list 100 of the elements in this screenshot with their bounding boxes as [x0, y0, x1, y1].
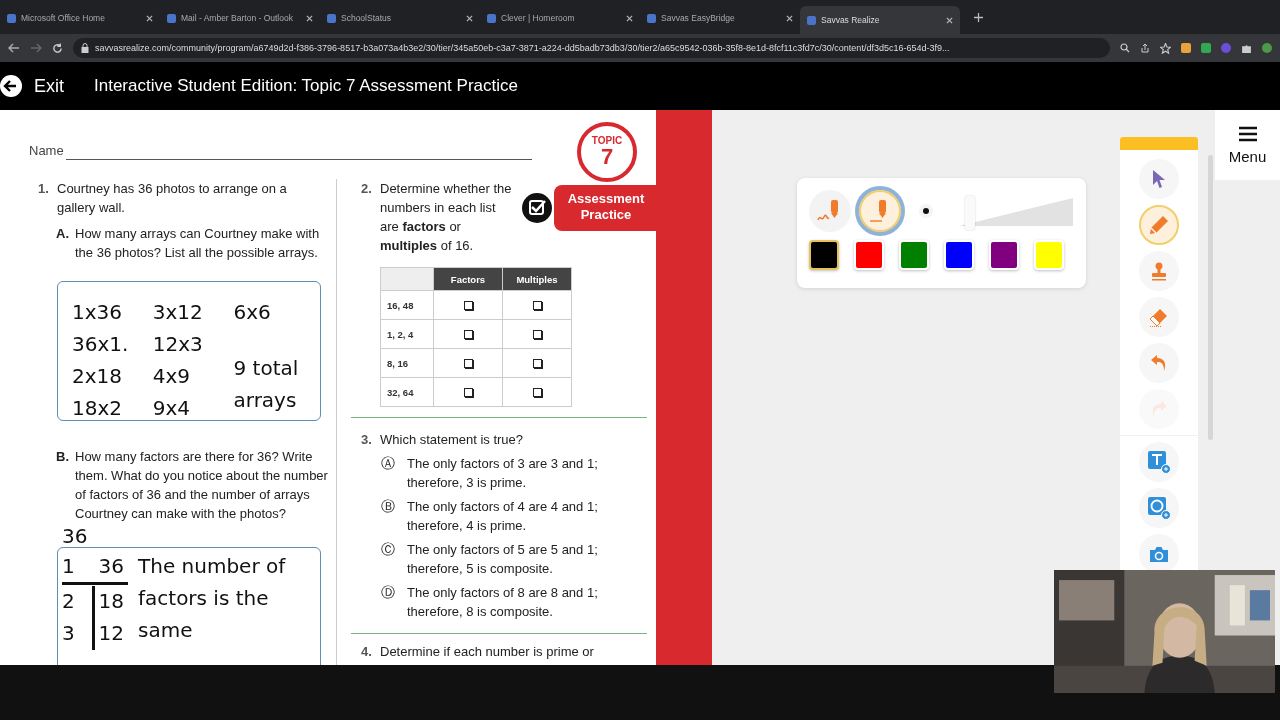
part-letter: A. [56, 225, 68, 243]
option-letter[interactable]: Ⓒ [381, 540, 395, 578]
pointer-icon [1151, 169, 1167, 189]
close-icon[interactable] [306, 14, 313, 22]
checkbox[interactable] [463, 301, 473, 311]
handwritten-answer: The number of factors is the same [138, 553, 287, 644]
favicon-icon [167, 13, 176, 23]
handwritten-answer: 18x2 [72, 395, 123, 422]
part-letter: B. [56, 448, 68, 466]
table-cell: 8, 16 [380, 348, 434, 378]
table-cell: 32, 64 [380, 377, 434, 407]
page-title: Interactive Student Edition: Topic 7 Assessment Practice [94, 76, 518, 96]
table-header [380, 267, 434, 291]
browser-tab[interactable]: Microsoft Office Home [0, 6, 160, 30]
exit-button[interactable]: Exit [0, 75, 94, 97]
option-text: The only factors of 3 are 3 and 1; therefore, 3 is prime. [407, 455, 599, 492]
profile-avatar[interactable] [1262, 43, 1272, 53]
answer-box[interactable]: 1x36 36x1. 2x18 18x2 3x12 12x3 4x9 9x4 6x6 9 total arrays [57, 281, 321, 421]
assessment-banner: Assessment Practice [554, 185, 656, 231]
table-cell: 16, 48 [380, 290, 434, 320]
option-text: The only factors of 4 are 4 and 1; therefore, 4 is prime. [407, 498, 599, 535]
undo-tool-button[interactable] [1139, 343, 1179, 383]
close-icon[interactable] [786, 14, 793, 22]
column-header: Multiples [502, 267, 572, 291]
handwritten-answer: 3 [62, 620, 75, 647]
stamp-tool-button[interactable] [1139, 251, 1179, 291]
zoom-icon[interactable] [1120, 43, 1130, 53]
line-pen-button[interactable] [859, 190, 901, 232]
pencil-icon [1148, 214, 1170, 236]
close-icon[interactable] [946, 16, 953, 24]
browser-tab[interactable]: Savvas Realize [800, 6, 960, 34]
handwritten-answer: 3x12 [152, 299, 204, 326]
shape-tool-button[interactable] [1139, 488, 1179, 528]
handwritten-answer: 9x4 [152, 395, 192, 422]
back-icon[interactable] [8, 43, 20, 53]
handwritten-answer: 2 [62, 588, 75, 615]
question-number: 4. [361, 643, 373, 661]
stamp-icon [1149, 261, 1169, 281]
pen-tool-button[interactable] [1139, 205, 1179, 245]
close-icon[interactable] [626, 14, 633, 22]
close-icon[interactable] [466, 14, 473, 22]
question-text: Courtney has 36 photos to arrange on a gallery wall. [57, 180, 288, 217]
add-text-icon [1147, 450, 1171, 474]
color-swatch[interactable] [809, 240, 839, 270]
star-icon[interactable] [1160, 42, 1171, 54]
checkmark-icon [522, 193, 552, 223]
option-letter[interactable]: Ⓓ [381, 583, 395, 621]
browser-tab[interactable]: Mail - Amber Barton - Outlook [160, 6, 320, 30]
lock-icon [81, 43, 89, 53]
eraser-tool-button[interactable] [1139, 297, 1179, 337]
share-icon[interactable] [1140, 43, 1150, 53]
checkbox[interactable] [463, 330, 473, 340]
handwritten-answer: 18 [98, 588, 124, 615]
menu-icon [1238, 125, 1257, 142]
checkbox[interactable] [532, 388, 542, 398]
puzzle-icon[interactable] [1241, 42, 1252, 54]
browser-tab[interactable]: Savvas EasyBridge [640, 6, 800, 30]
checkbox[interactable] [532, 330, 542, 340]
text-tool-button[interactable] [1139, 442, 1179, 482]
reload-icon[interactable] [52, 42, 63, 54]
checkbox[interactable] [532, 301, 542, 311]
add-shape-icon [1147, 496, 1171, 520]
handwritten-answer: 1 [62, 553, 75, 580]
table-cell: 1, 2, 4 [380, 319, 434, 349]
browser-tab[interactable]: SchoolStatus [320, 6, 480, 30]
handwritten-answer: 36 [62, 525, 89, 547]
pen-size-dot [923, 208, 929, 214]
question-number: 2. [361, 180, 373, 198]
close-icon[interactable] [146, 14, 153, 22]
handwritten-answer: 36 [98, 553, 124, 580]
handwritten-answer: 1x36 [72, 299, 123, 326]
name-label: Name [29, 142, 64, 160]
checkbox[interactable] [463, 388, 473, 398]
camera-icon [1149, 545, 1169, 563]
question-text: Which statement is true? [380, 431, 524, 449]
checkbox[interactable] [463, 359, 473, 369]
handwritten-answer: 2x18 [72, 363, 123, 390]
option-letter[interactable]: Ⓑ [381, 497, 395, 535]
question-text: Determine if each number is prime or [380, 643, 594, 661]
handwritten-answer: 4x9 [152, 363, 192, 390]
favicon-icon [7, 13, 16, 23]
column-header: Factors [433, 267, 503, 291]
drag-handle[interactable] [1120, 137, 1198, 150]
checkbox[interactable] [532, 359, 542, 369]
favicon-icon [807, 15, 816, 25]
address-bar[interactable]: savvasrealize.com/community/program/a6749d2d-f386-3796-8517-b3a073a4b3e2/30/tier/345a50eb-c3a7-3871-a224-dd5badb73db3/30/tier2/a65c9542-036b-35f8-8e1d-8fcf11c3fd7c/30/content/df3d5c16-654d-3f9... [73, 38, 1110, 58]
option-text: The only factors of 5 are 5 and 1; therefore, 5 is composite. [407, 541, 599, 578]
select-tool-button[interactable] [1139, 159, 1179, 199]
new-tab-icon[interactable] [974, 13, 983, 22]
freehand-pen-button[interactable] [809, 190, 851, 232]
handwritten-answer: 36x1. [72, 331, 130, 358]
menu-button[interactable]: Menu [1215, 110, 1280, 180]
handwritten-answer: 9 total arrays [233, 355, 300, 414]
question-number: 3. [361, 431, 373, 449]
question-number: 1. [38, 180, 50, 198]
browser-tab[interactable]: Clever | Homeroom [480, 6, 640, 30]
option-letter[interactable]: Ⓐ [381, 454, 395, 492]
eraser-icon [1148, 307, 1170, 327]
favicon-icon [647, 13, 656, 23]
handwritten-answer: 12 [98, 620, 124, 647]
